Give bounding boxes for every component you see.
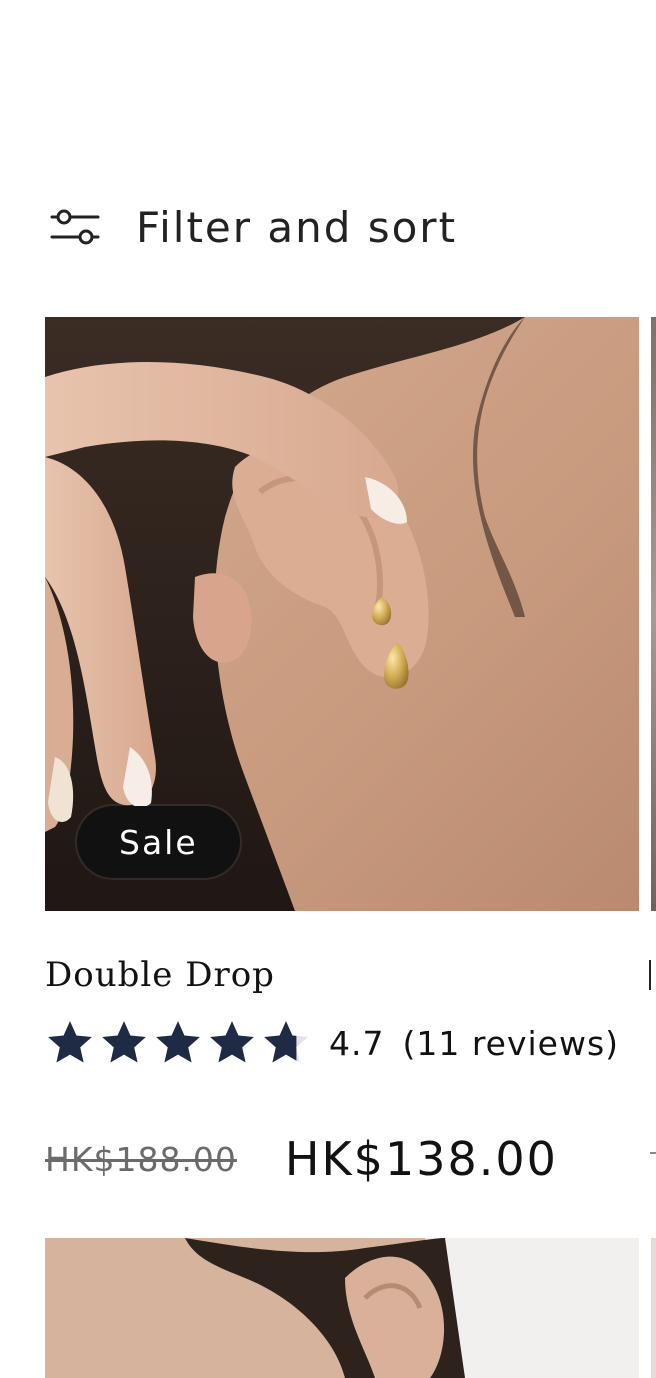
product-image[interactable]: Sale <box>45 317 639 911</box>
product-photo-ear <box>45 1238 639 1378</box>
compare-at-price: HK$188.00 <box>45 1139 237 1179</box>
product-rating[interactable]: 4.7 (11 reviews) <box>45 1015 639 1071</box>
filter-and-sort-button[interactable]: Filter and sort <box>50 198 457 256</box>
sale-price: HK$138.00 <box>284 1132 558 1186</box>
product-card[interactable]: Sale Double Drop 4.7 (11 reviews) HK$188… <box>45 317 639 1191</box>
review-count: (11 reviews) <box>402 1023 620 1063</box>
next-product-image-peek[interactable] <box>651 317 656 911</box>
star-full-icon <box>156 1021 200 1063</box>
star-full-icon <box>210 1021 254 1063</box>
star-full-icon <box>48 1021 92 1063</box>
sale-badge: Sale <box>77 806 240 878</box>
next-product-price-peek <box>650 1152 656 1154</box>
product-title[interactable]: Double Drop <box>45 953 639 997</box>
product-image[interactable] <box>45 1238 639 1378</box>
star-partial-icon <box>264 1021 308 1063</box>
star-full-icon <box>102 1021 146 1063</box>
product-price: HK$188.00 HK$138.00 <box>45 1127 639 1191</box>
rating-stars <box>45 1018 315 1068</box>
next-product-image-peek[interactable] <box>651 1238 656 1378</box>
filter-and-sort-label: Filter and sort <box>136 202 458 252</box>
sliders-icon <box>50 207 100 247</box>
next-product-title-peek <box>649 960 656 990</box>
rating-value: 4.7 <box>329 1023 385 1063</box>
